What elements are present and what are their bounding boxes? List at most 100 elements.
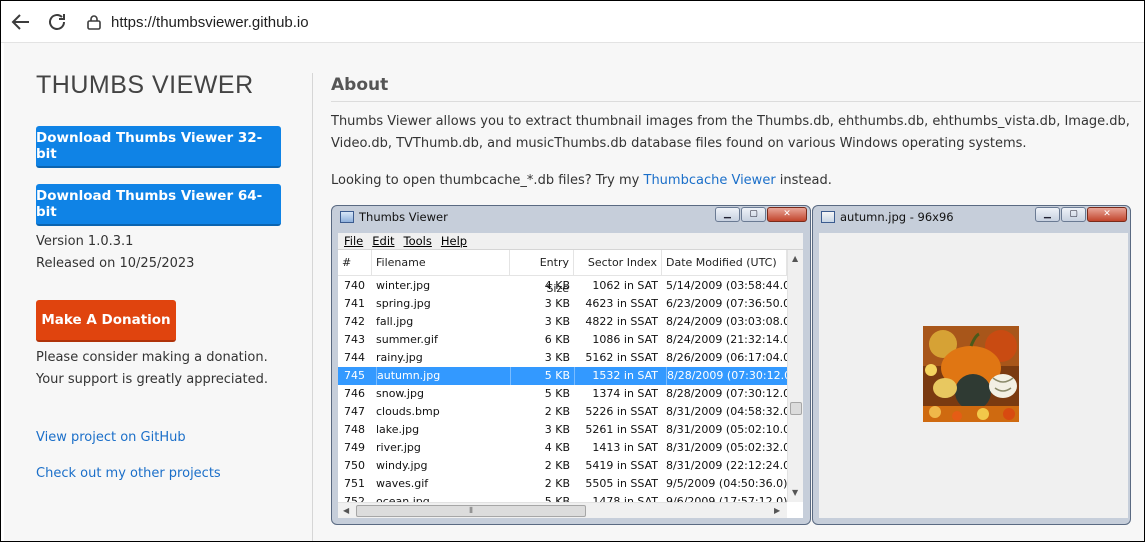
- site-title: THUMBS VIEWER: [36, 71, 254, 99]
- file-list: # Filename Entry Size Sector Index Date …: [338, 250, 803, 518]
- preview-minimize-icon[interactable]: ▁: [1035, 207, 1060, 222]
- scroll-left-icon[interactable]: ◀: [343, 506, 349, 515]
- table-row[interactable]: 749 river.jpg 4 KB 1413 in SAT 8/31/2009 (05…: [338, 439, 795, 457]
- url-text[interactable]: https://thumbsviewer.github.io: [111, 14, 309, 31]
- menu-file[interactable]: File: [344, 234, 363, 248]
- table-row[interactable]: 747 clouds.bmp 2 KB 5226 in SSAT 8/31/2009 (…: [338, 403, 794, 421]
- preview-window: autumn.jpg - 96x96 ▁ ▢ ✕: [812, 205, 1131, 525]
- cell-filename: clouds.bmp: [376, 405, 440, 418]
- cell-entry-size: 4 KB: [544, 441, 570, 454]
- scroll-right-icon[interactable]: ▶: [774, 506, 780, 515]
- preview-area: [819, 233, 1128, 518]
- cell-entry-size: 3 KB: [544, 351, 570, 364]
- cell-filename: fall.jpg: [376, 315, 414, 328]
- cell-filename: river.jpg: [376, 441, 421, 454]
- menu-edit[interactable]: Edit: [372, 234, 394, 248]
- cell-number: 746: [344, 387, 365, 400]
- cell-entry-size: 2 KB: [544, 405, 570, 418]
- table-row[interactable]: 748 lake.jpg 3 KB 5261 in SSAT 8/31/2009 (05…: [338, 421, 794, 439]
- site-info-icon[interactable]: [87, 14, 101, 30]
- browser-toolbar: https://thumbsviewer.github.io: [1, 1, 1144, 43]
- column-header-number[interactable]: #: [338, 250, 372, 276]
- column-header-date-modified[interactable]: Date Modified (UTC): [662, 250, 787, 276]
- cell-entry-size: 2 KB: [544, 477, 570, 490]
- cell-date-modified: 8/28/2009 (07:30:12.0): [666, 387, 795, 400]
- close-icon[interactable]: ✕: [767, 207, 807, 222]
- cell-filename: rainy.jpg: [376, 351, 423, 364]
- cell-entry-size: 3 KB: [544, 315, 570, 328]
- cell-entry-size: 4 KB: [544, 279, 570, 292]
- table-row[interactable]: 741 spring.jpg 3 KB 4623 in SSAT 6/23/2009 (…: [338, 295, 794, 313]
- horizontal-scroll-thumb[interactable]: ⦀: [356, 505, 586, 517]
- reload-icon[interactable]: [45, 10, 69, 34]
- menu-help[interactable]: Help: [441, 234, 467, 248]
- preview-close-icon[interactable]: ✕: [1087, 207, 1127, 222]
- column-header-filename[interactable]: Filename: [372, 250, 510, 276]
- window-controls: ▁ ▢ ✕: [715, 207, 807, 222]
- preview-maximize-icon[interactable]: ▢: [1061, 207, 1086, 222]
- maximize-icon[interactable]: ▢: [741, 207, 766, 222]
- about-heading: About: [331, 75, 389, 95]
- cell-filename: waves.gif: [376, 477, 429, 490]
- cell-number: 747: [344, 405, 365, 418]
- cell-sector-index: 5261 in SSAT: [585, 423, 658, 436]
- cell-filename: summer.gif: [376, 333, 438, 346]
- cell-date-modified: 8/28/2009 (07:30:12.0): [666, 367, 795, 385]
- column-header-entry-size[interactable]: Entry Size: [510, 250, 574, 295]
- preview-titlebar: autumn.jpg - 96x96: [821, 210, 954, 224]
- cell-filename: spring.jpg: [376, 297, 431, 310]
- table-row[interactable]: 744 rainy.jpg 3 KB 5162 in SSAT 8/26/2009 (0…: [338, 349, 794, 367]
- cell-sector-index: 4822 in SSAT: [585, 315, 658, 328]
- table-row[interactable]: 746 snow.jpg 5 KB 1374 in SAT 8/28/2009 (07:…: [338, 385, 795, 403]
- app-icon: [340, 211, 354, 223]
- column-header-sector-index[interactable]: Sector Index: [574, 250, 662, 276]
- cell-number: 749: [344, 441, 365, 454]
- table-row[interactable]: 743 summer.gif 6 KB 1086 in SAT 8/24/2009 (2…: [338, 331, 794, 349]
- thumbcache-viewer-link[interactable]: Thumbcache Viewer: [644, 173, 776, 188]
- cell-sector-index: 4623 in SSAT: [585, 297, 658, 310]
- scroll-up-icon[interactable]: ▲: [792, 254, 798, 263]
- cell-number: 741: [344, 297, 365, 310]
- cell-entry-size: 2 KB: [544, 459, 570, 472]
- cell-sector-index: 1062 in SAT: [592, 279, 658, 292]
- download-32bit-button[interactable]: Download Thumbs Viewer 32-bit: [36, 126, 281, 168]
- minimize-icon[interactable]: ▁: [715, 207, 740, 222]
- thumbcache-paragraph: Looking to open thumbcache_*.db files? T…: [331, 173, 832, 188]
- table-row[interactable]: 750 windy.jpg 2 KB 5419 in SSAT 8/31/2009 (2…: [338, 457, 795, 475]
- donate-text-2: Your support is greatly appreciated.: [36, 372, 268, 387]
- donate-button[interactable]: Make A Donation: [36, 300, 176, 342]
- back-arrow-icon[interactable]: [9, 10, 33, 34]
- cell-sector-index: 1086 in SAT: [592, 333, 658, 346]
- cell-entry-size: 6 KB: [544, 333, 570, 346]
- cell-number: 743: [344, 333, 365, 346]
- table-row[interactable]: 740 winter.jpg 4 KB 1062 in SAT 5/14/2009 (0…: [338, 277, 794, 295]
- cell-number: 740: [344, 279, 365, 292]
- menu-bar: File Edit Tools Help: [338, 233, 803, 250]
- other-projects-link[interactable]: Check out my other projects: [36, 466, 221, 481]
- cell-sector-index: 1413 in SAT: [592, 441, 658, 454]
- cell-sector-index: 1374 in SAT: [592, 387, 658, 400]
- menu-tools[interactable]: Tools: [404, 234, 432, 248]
- table-row[interactable]: 742 fall.jpg 3 KB 4822 in SSAT 8/24/2009 (03…: [338, 313, 794, 331]
- vertical-scroll-thumb[interactable]: [790, 402, 802, 415]
- list-header: # Filename Entry Size Sector Index Date …: [338, 250, 787, 295]
- cell-sector-index: 1532 in SAT: [574, 367, 658, 385]
- horizontal-scrollbar[interactable]: ◀ ⦀ ▶: [338, 502, 787, 518]
- donate-text-1: Please consider making a donation.: [36, 350, 268, 365]
- scroll-down-icon[interactable]: ▼: [792, 488, 798, 497]
- cell-date-modified: 8/31/2009 (05:02:32.0): [666, 441, 795, 454]
- cell-date-modified: 8/31/2009 (22:12:24.0): [666, 459, 795, 472]
- image-icon: [821, 211, 835, 223]
- download-64bit-button[interactable]: Download Thumbs Viewer 64-bit: [36, 184, 281, 226]
- github-link[interactable]: View project on GitHub: [36, 430, 186, 445]
- window-title: Thumbs Viewer: [359, 210, 448, 224]
- table-row[interactable]: 751 waves.gif 2 KB 5505 in SSAT 9/5/2009 (04…: [338, 475, 787, 493]
- cell-number: 744: [344, 351, 365, 364]
- cell-entry-size: 3 KB: [544, 297, 570, 310]
- table-row[interactable]: 745 autumn.jpg 5 KB 1532 in SAT 8/28/2009 (0…: [338, 367, 795, 385]
- vertical-scrollbar[interactable]: ▲ ▼: [787, 250, 803, 502]
- page-content: THUMBS VIEWER Download Thumbs Viewer 32-…: [4, 43, 1144, 541]
- cell-filename: autumn.jpg: [376, 367, 506, 385]
- cell-entry-size: 3 KB: [544, 423, 570, 436]
- cell-number: 748: [344, 423, 365, 436]
